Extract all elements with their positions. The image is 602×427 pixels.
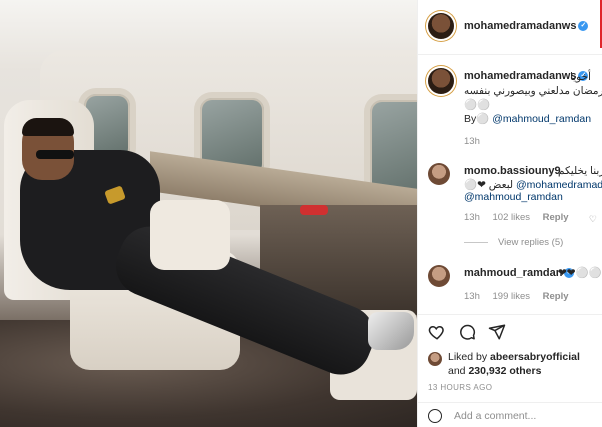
comment-line-3: @mahmoud_ramdan (464, 190, 563, 204)
comment-username-text[interactable]: mahmoud_ramdan (464, 267, 562, 279)
liker-avatar[interactable] (428, 352, 442, 366)
seat-armrest (150, 200, 230, 270)
author-avatar[interactable] (428, 13, 454, 39)
reply-button[interactable]: Reply (543, 212, 569, 223)
comment-like-heart-icon[interactable]: ♡ (589, 214, 597, 225)
person-hair (22, 118, 74, 136)
caption-username-text[interactable]: mohamedramadanws (464, 70, 576, 82)
post-photo[interactable] (0, 0, 417, 427)
share-icon[interactable] (488, 323, 506, 341)
caption-mention-link[interactable]: @mahmoud_ramdan (492, 113, 591, 125)
liked-by: Liked by abeersabryofficial and 230,932 … (448, 350, 598, 378)
commenter-avatar[interactable] (428, 163, 450, 185)
author-username[interactable]: mohamedramadanws ✓ (464, 20, 589, 32)
comment-text: ربنا يخليكم (558, 165, 602, 177)
reply-button[interactable]: Reply (543, 291, 569, 302)
liked-by-and: and (448, 365, 466, 377)
add-comment-input[interactable]: Add a comment... (454, 410, 536, 422)
caption-credit: By⚪ @mahmoud_ramdan (464, 112, 591, 126)
caption-credit-prefix: By⚪ (464, 113, 490, 125)
comment-time: 13h (464, 291, 480, 302)
comment-mention-link-2[interactable]: @mahmoud_ramdan (464, 191, 563, 203)
caption-time: 13h (464, 136, 480, 147)
view-replies-button[interactable]: View replies (5) (464, 237, 573, 248)
view-replies-line (464, 241, 488, 243)
post-side-panel: mohamedramadanws ✓ mohamedramadanws ✓ أخوي… (417, 0, 602, 427)
post-timestamp: 13 HOURS AGO (428, 383, 493, 392)
author-username-text[interactable]: mohamedramadanws (464, 20, 576, 32)
liked-by-others[interactable]: 230,932 others (468, 365, 541, 377)
comment-text: ❤❤⚪⚪⚪ (558, 267, 602, 279)
add-comment-bar: Add a comment... (418, 402, 602, 427)
heart-icon[interactable] (428, 323, 446, 341)
emoji-icon[interactable] (428, 409, 442, 423)
comment-likes[interactable]: 199 likes (493, 291, 531, 302)
liked-by-user[interactable]: abeersabryofficial (490, 351, 580, 363)
post-actions (418, 314, 602, 345)
sneaker (368, 312, 414, 350)
verified-badge-icon: ✓ (578, 21, 589, 32)
commenter-avatar[interactable] (428, 265, 450, 287)
post-header: mohamedramadanws ✓ (418, 0, 602, 55)
comment-icon[interactable] (458, 323, 476, 341)
comment-meta: 13h 102 likes Reply (464, 212, 579, 223)
comment-likes[interactable]: 102 likes (493, 212, 531, 223)
caption-avatar[interactable] (428, 68, 454, 94)
caption-line-2: محمود رمضان مدلعني وبيصورني بنفسه (464, 85, 602, 97)
comment-meta: 13h 199 likes Reply (464, 291, 579, 302)
caption-line-1: أخويا (570, 71, 591, 83)
caption-line-3: ⚪⚪ (464, 99, 491, 111)
sunglasses (36, 150, 74, 159)
view-replies-text[interactable]: View replies (5) (498, 237, 563, 248)
comment-username[interactable]: momo.bassiouny9 (464, 165, 561, 177)
red-object (300, 205, 328, 215)
liked-by-prefix: Liked by (448, 351, 488, 363)
comment-time: 13h (464, 212, 480, 223)
